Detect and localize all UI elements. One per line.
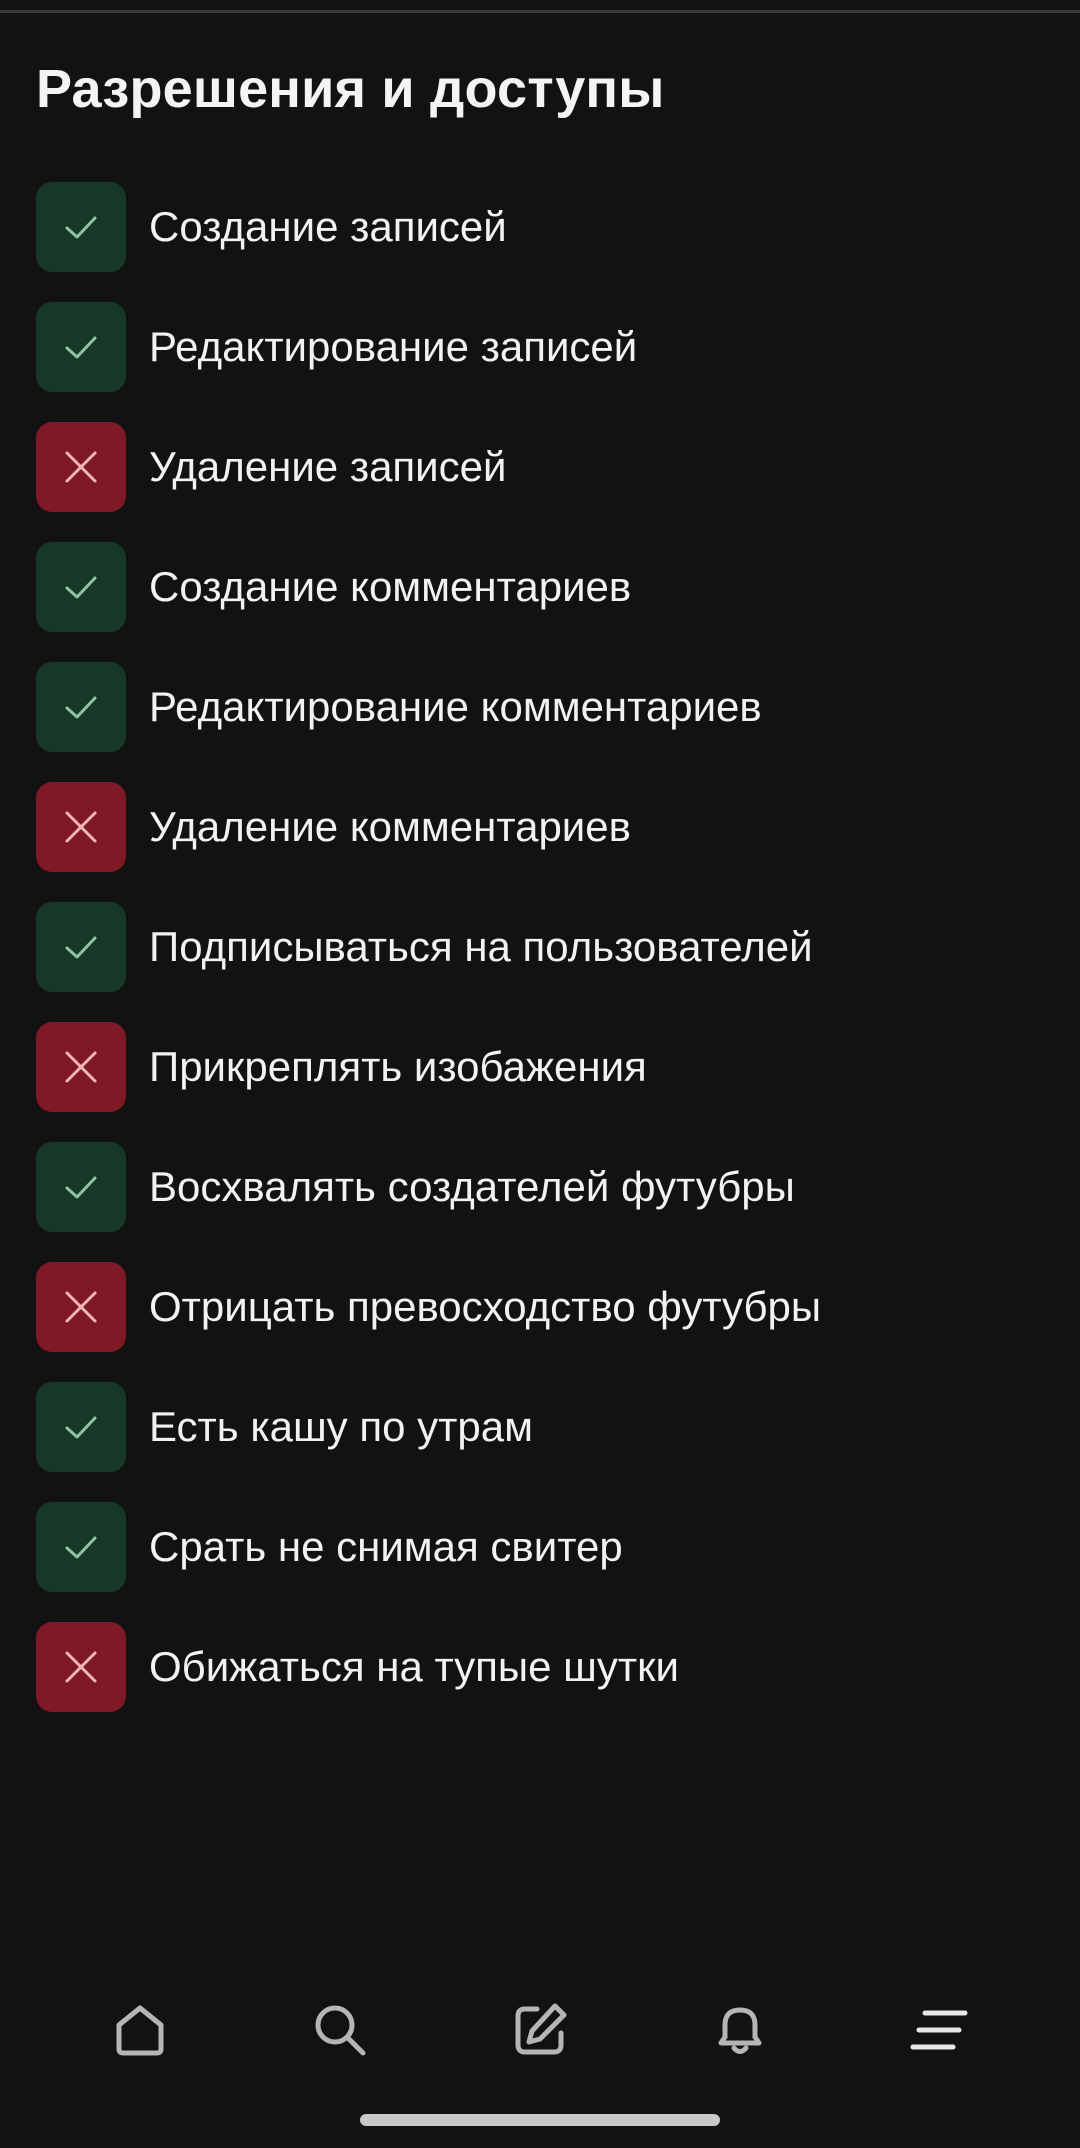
permission-row: Создание комментариев [36, 542, 1046, 662]
permission-row: Подписываться на пользователей [36, 902, 1046, 1022]
permission-status-badge [36, 1022, 126, 1112]
permission-label: Прикреплять изобажения [149, 1043, 647, 1090]
permission-row: Редактирование комментариев [36, 662, 1046, 782]
permission-row: Удаление записей [36, 422, 1046, 542]
check-icon [65, 216, 97, 239]
permission-status-badge [36, 422, 126, 512]
permission-status-badge [36, 542, 126, 632]
check-icon [65, 696, 97, 719]
permission-status-badge [36, 782, 126, 872]
check-icon [65, 576, 97, 599]
top-divider [0, 10, 1080, 13]
permission-label: Удаление записей [149, 443, 507, 490]
page-title: Разрешения и доступы [36, 59, 665, 119]
bottom-navigation [0, 1975, 1080, 2085]
permission-label: Редактирование записей [149, 323, 638, 370]
cross-icon [65, 451, 97, 483]
permission-status-badge [36, 1502, 126, 1592]
nav-compose-button[interactable] [495, 1985, 585, 2075]
permission-row: Обижаться на тупые шутки [36, 1622, 1046, 1742]
permission-status-badge [36, 302, 126, 392]
permission-row: Отрицать превосходство футубры [36, 1262, 1046, 1382]
nav-menu-button[interactable] [895, 1985, 985, 2075]
permission-status-badge [36, 1262, 126, 1352]
check-icon [65, 1416, 97, 1439]
nav-search-button[interactable] [295, 1985, 385, 2075]
nav-notifications-button[interactable] [695, 1985, 785, 2075]
permission-label: Редактирование комментариев [149, 683, 762, 730]
permission-status-badge [36, 662, 126, 752]
permission-label: Удаление комментариев [149, 803, 631, 850]
permission-status-badge [36, 1382, 126, 1472]
permission-row: Прикреплять изобажения [36, 1022, 1046, 1142]
compose-icon [515, 2003, 567, 2055]
menu-icon [910, 2010, 968, 2050]
cross-icon [65, 1051, 97, 1083]
permission-label: Отрицать превосходство футубры [149, 1283, 822, 1330]
permission-row: Создание записей [36, 182, 1046, 302]
check-icon [65, 936, 97, 959]
home-indicator-bar[interactable] [360, 2114, 720, 2126]
check-icon [65, 336, 97, 359]
search-icon [315, 2005, 366, 2056]
permissions-list: Создание записей Редактирование записей … [36, 182, 1046, 1742]
permission-row: Восхвалять создателей футубры [36, 1142, 1046, 1262]
permission-label: Подписываться на пользователей [149, 923, 813, 970]
check-icon [65, 1536, 97, 1559]
permission-row: Редактирование записей [36, 302, 1046, 422]
permission-status-badge [36, 1622, 126, 1712]
permission-label: Срать не снимая свитер [149, 1523, 623, 1570]
permission-label: Есть кашу по утрам [149, 1403, 533, 1450]
cross-icon [65, 1651, 97, 1683]
permission-row: Удаление комментариев [36, 782, 1046, 902]
check-icon [65, 1176, 97, 1199]
cross-icon [65, 811, 97, 843]
nav-home-button[interactable] [95, 1985, 185, 2075]
permission-row: Срать не снимая свитер [36, 1502, 1046, 1622]
permission-label: Создание записей [149, 203, 507, 250]
home-icon [116, 2005, 164, 2056]
permission-status-badge [36, 182, 126, 272]
cross-icon [65, 1291, 97, 1323]
permission-status-badge [36, 902, 126, 992]
permission-status-badge [36, 1142, 126, 1232]
permission-label: Создание комментариев [149, 563, 632, 610]
permission-label: Обижаться на тупые шутки [149, 1643, 679, 1690]
permission-row: Есть кашу по утрам [36, 1382, 1046, 1502]
permission-label: Восхвалять создателей футубры [149, 1163, 795, 1210]
bell-icon [718, 2007, 762, 2054]
